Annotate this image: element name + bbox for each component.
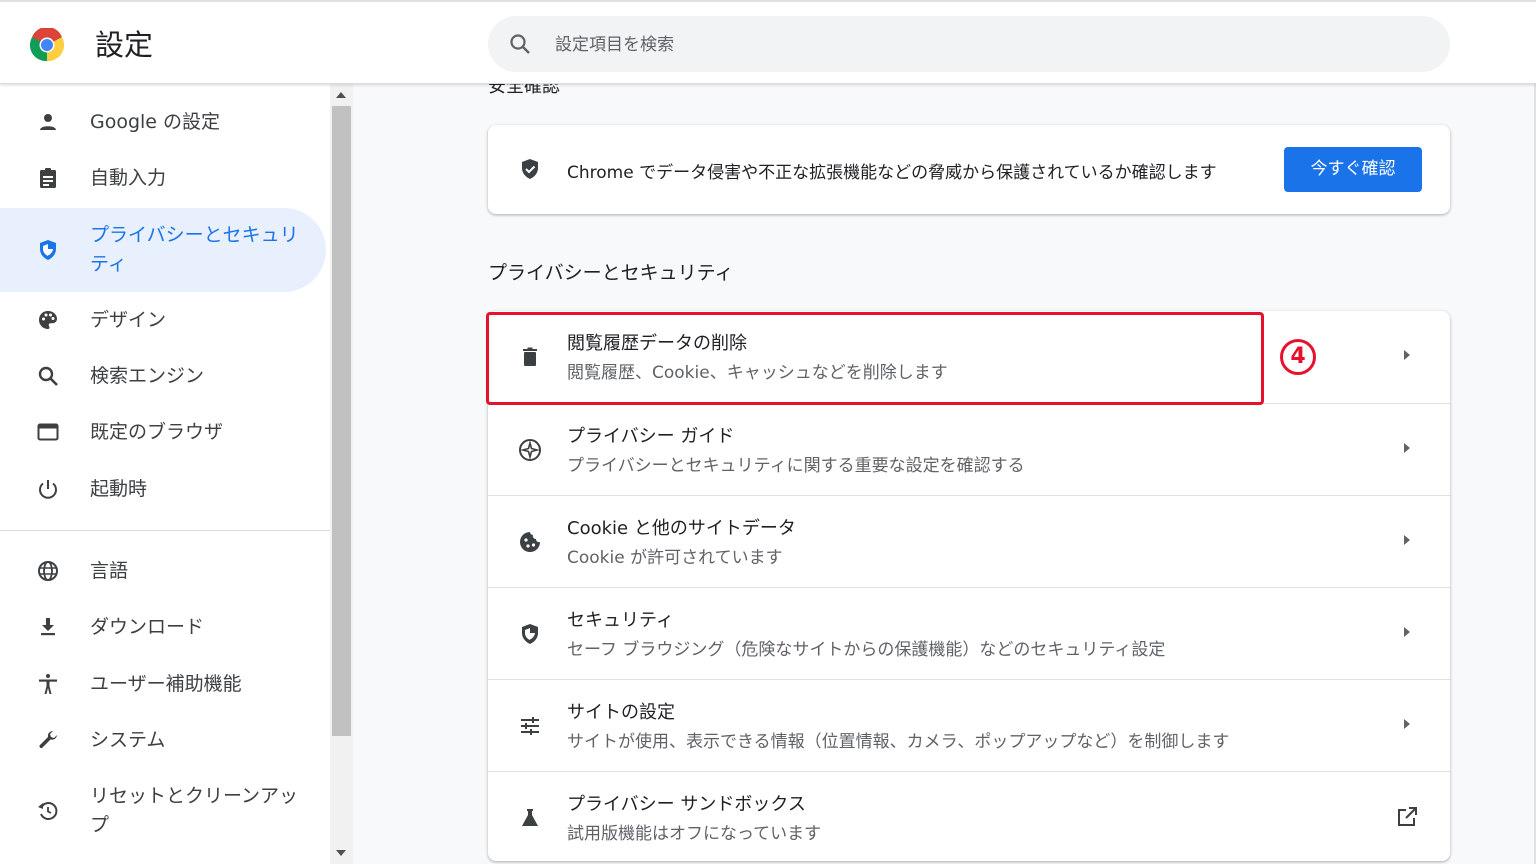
- row-subtitle: プライバシーとセキュリティに関する重要な設定を確認する: [567, 456, 1025, 476]
- verified-shield-icon: [522, 159, 538, 179]
- chevron-right-icon: [1404, 443, 1410, 453]
- check-now-button[interactable]: 今すぐ確認: [1284, 147, 1422, 192]
- privacy-settings-card: 閲覧履歴データの削除 閲覧履歴、Cookie、キャッシュなどを削除します プライ…: [488, 311, 1450, 861]
- row-subtitle: サイトが使用、表示できる情報（位置情報、カメラ、ポップアップなど）を制御します: [567, 732, 1230, 752]
- section-title: プライバシーとセキュリティ: [488, 262, 734, 284]
- scroll-down-arrow-icon[interactable]: [336, 850, 346, 856]
- sidebar: Google の設定 自動入力 プライバシーとセキュリティ デザイン 検索エンジ…: [0, 84, 330, 864]
- row-title: プライバシー ガイド: [567, 426, 735, 447]
- row-title: 閲覧履歴データの削除: [567, 333, 747, 354]
- sidebar-divider: [0, 530, 330, 531]
- search-icon: [38, 366, 58, 386]
- browser-icon: [37, 423, 59, 441]
- row-privacy-guide[interactable]: プライバシー ガイド プライバシーとセキュリティに関する重要な設定を確認する: [488, 403, 1450, 495]
- sidebar-item-label: Google の設定: [90, 110, 221, 133]
- search-input[interactable]: [553, 30, 1417, 60]
- security-shield-icon: [522, 624, 538, 644]
- sidebar-item-label: システム: [90, 728, 166, 751]
- sidebar-item-label: 言語: [90, 559, 129, 582]
- row-cookies[interactable]: Cookie と他のサイトデータ Cookie が許可されています: [488, 495, 1450, 587]
- power-icon: [39, 480, 57, 499]
- sidebar-item-label: プライバシーとセキュリティ: [90, 224, 299, 275]
- accessibility-icon: [39, 674, 57, 694]
- download-icon: [41, 618, 55, 636]
- sidebar-item-languages[interactable]: 言語: [0, 543, 326, 599]
- sidebar-item-label: ユーザー補助機能: [90, 672, 242, 695]
- cookie-icon: [520, 532, 540, 552]
- sidebar-item-accessibility[interactable]: ユーザー補助機能: [0, 656, 326, 712]
- annotation-step-number: 4: [1280, 339, 1316, 375]
- sidebar-scrollbar[interactable]: [330, 84, 353, 864]
- header: 設定: [0, 0, 1536, 84]
- sidebar-item-label: 既定のブラウザ: [90, 420, 224, 443]
- row-title: セキュリティ: [567, 610, 674, 631]
- row-title: サイトの設定: [567, 702, 675, 723]
- page-title: 設定: [95, 28, 154, 62]
- scrollbar-thumb[interactable]: [332, 106, 351, 736]
- sidebar-item-label: デザイン: [90, 308, 167, 331]
- row-privacy-sandbox[interactable]: プライバシー サンドボックス 試用版機能はオフになっています: [488, 771, 1450, 863]
- sidebar-item-label: 自動入力: [90, 166, 167, 189]
- safety-check-card: Chrome でデータ侵害や不正な拡張機能などの脅威から保護されているか確認しま…: [488, 125, 1450, 214]
- chevron-right-icon: [1404, 535, 1410, 545]
- scroll-up-arrow-icon[interactable]: [336, 92, 346, 98]
- sidebar-item-autofill[interactable]: 自動入力: [0, 150, 326, 206]
- sidebar-item-label: 検索エンジン: [90, 364, 205, 387]
- sidebar-item-label: ダウンロード: [90, 615, 205, 638]
- chrome-logo-icon: [30, 28, 64, 62]
- row-subtitle: 試用版機能はオフになっています: [567, 824, 822, 844]
- sidebar-item-search-engine[interactable]: 検索エンジン: [0, 348, 326, 404]
- row-subtitle: 閲覧履歴、Cookie、キャッシュなどを削除します: [567, 363, 948, 383]
- sidebar-item-label: 起動時: [90, 477, 148, 500]
- row-site-settings[interactable]: サイトの設定 サイトが使用、表示できる情報（位置情報、カメラ、ポップアップなど）…: [488, 679, 1450, 771]
- open-in-new-icon[interactable]: [1395, 805, 1419, 829]
- row-subtitle: Cookie が許可されています: [567, 548, 783, 568]
- chevron-right-icon: [1404, 350, 1410, 360]
- sidebar-item-reset[interactable]: リセットとクリーンアップ: [0, 783, 326, 839]
- tune-icon: [521, 717, 539, 735]
- sidebar-item-system[interactable]: システム: [0, 712, 326, 768]
- sidebar-item-privacy[interactable]: プライバシーとセキュリティ: [0, 208, 326, 292]
- person-icon: [40, 114, 56, 130]
- sidebar-item-downloads[interactable]: ダウンロード: [0, 599, 326, 655]
- sidebar-item-appearance[interactable]: デザイン: [0, 292, 326, 348]
- compass-icon: [519, 439, 541, 461]
- flask-icon: [522, 809, 538, 826]
- row-subtitle: セーフ ブラウジング（危険なサイトからの保護機能）などのセキュリティ設定: [567, 640, 1166, 660]
- row-title: Cookie と他のサイトデータ: [567, 518, 796, 539]
- safety-check-text: Chrome でデータ侵害や不正な拡張機能などの脅威から保護されているか確認しま…: [567, 163, 1217, 183]
- trash-icon: [523, 347, 537, 366]
- row-security[interactable]: セキュリティ セーフ ブラウジング（危険なサイトからの保護機能）などのセキュリテ…: [488, 587, 1450, 679]
- sidebar-item-startup[interactable]: 起動時: [0, 461, 326, 517]
- wrench-icon: [39, 730, 57, 749]
- shield-icon: [40, 240, 56, 260]
- restore-icon: [38, 802, 58, 820]
- sidebar-item-default-browser[interactable]: 既定のブラウザ: [0, 404, 326, 460]
- globe-icon: [38, 561, 58, 581]
- chevron-right-icon: [1404, 627, 1410, 637]
- sidebar-item-label: リセットとクリーンアップ: [90, 785, 299, 836]
- clipboard-icon: [40, 168, 56, 188]
- search-icon: [510, 34, 530, 54]
- sidebar-item-google[interactable]: Google の設定: [0, 94, 326, 150]
- search-box[interactable]: [488, 16, 1450, 72]
- chevron-right-icon: [1404, 719, 1410, 729]
- row-title: プライバシー サンドボックス: [567, 794, 806, 815]
- palette-icon: [39, 311, 57, 329]
